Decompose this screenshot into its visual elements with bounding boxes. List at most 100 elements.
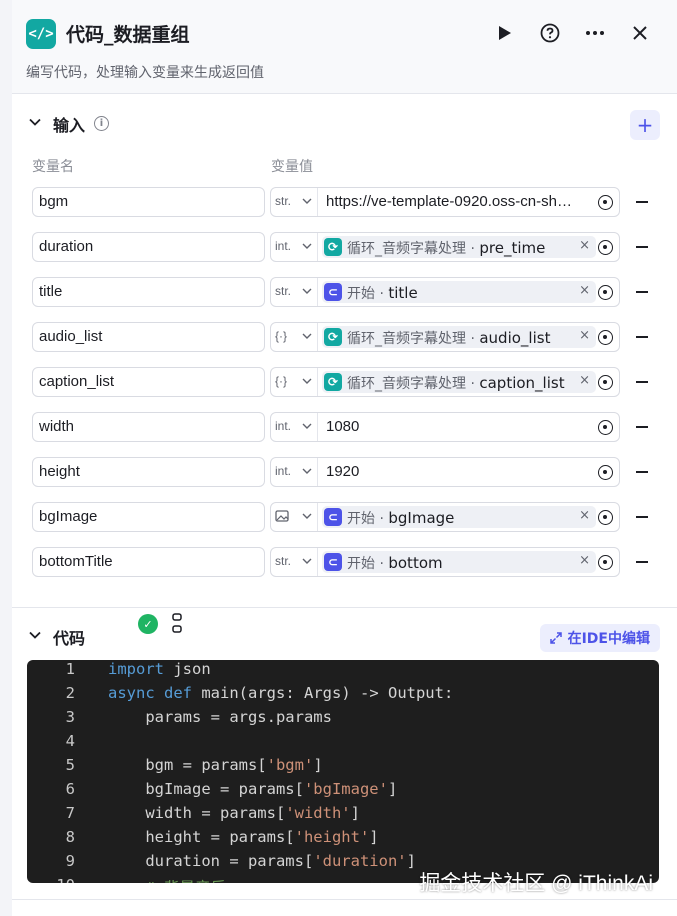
code-line[interactable]: 2 async def main(args: Args) -> Output:	[27, 684, 659, 708]
variable-name-input[interactable]: width	[32, 412, 265, 442]
reference-chip[interactable]: ⟳ 循环_音频字幕处理 · audio_list ×	[322, 326, 596, 348]
type-select[interactable]: str.	[271, 548, 318, 576]
code-line[interactable]: 1 import json	[27, 660, 659, 684]
code-line[interactable]: 5 bgm = params['bgm']	[27, 756, 659, 780]
reference-variable-name: bottom	[388, 554, 443, 572]
remove-row-button[interactable]	[633, 553, 651, 571]
type-select[interactable]: {·}	[271, 323, 318, 351]
select-variable-icon[interactable]	[598, 285, 613, 300]
code-line[interactable]: 7 width = params['width']	[27, 804, 659, 828]
type-select[interactable]: str.	[271, 278, 318, 306]
more-icon	[586, 31, 604, 35]
reference-chip[interactable]: ⊂ 开始 · bottom ×	[322, 551, 596, 573]
clear-reference-icon[interactable]: ×	[579, 373, 590, 388]
select-variable-icon[interactable]	[598, 555, 613, 570]
reference-node-name: 循环_音频字幕处理	[347, 331, 466, 347]
chevron-down-icon[interactable]	[28, 115, 42, 129]
value-text[interactable]: 1080	[326, 418, 591, 435]
watermark: 掘金技术社区 @ iThinkAi	[419, 872, 653, 895]
select-variable-icon[interactable]	[598, 510, 613, 525]
remove-row-button[interactable]	[633, 328, 651, 346]
code-line[interactable]: 8 height = params['height']	[27, 828, 659, 852]
variable-value-field[interactable]: int. 1080	[270, 412, 620, 442]
help-button[interactable]	[536, 19, 564, 47]
reference-chip[interactable]: ⟳ 循环_音频字幕处理 · caption_list ×	[322, 371, 596, 393]
run-button[interactable]	[491, 19, 519, 47]
remove-row-button[interactable]	[633, 283, 651, 301]
type-select[interactable]: str.	[271, 188, 318, 216]
node-description[interactable]: 编写代码，处理输入变量来生成返回值	[26, 62, 264, 82]
remove-row-button[interactable]	[633, 238, 651, 256]
value-text[interactable]: https://ve-template-0920.oss-cn-sh…	[326, 193, 591, 210]
floating-badge-icon[interactable]: ✓	[138, 614, 158, 634]
select-variable-icon[interactable]	[598, 375, 613, 390]
select-variable-icon[interactable]	[598, 240, 613, 255]
type-label: int.	[275, 464, 292, 478]
chevron-down-icon	[302, 423, 312, 429]
remove-row-button[interactable]	[633, 508, 651, 526]
variable-name-input[interactable]: title	[32, 277, 265, 307]
clear-reference-icon[interactable]: ×	[579, 328, 590, 343]
input-row: width int. 1080	[32, 412, 668, 442]
variable-value-field[interactable]: int. ⟳ 循环_音频字幕处理 · pre_time ×	[270, 232, 620, 262]
variable-value-field[interactable]: {·} ⟳ 循环_音频字幕处理 · audio_list ×	[270, 322, 620, 352]
variable-name-input[interactable]: audio_list	[32, 322, 265, 352]
reference-separator: ·	[466, 241, 480, 257]
variable-name-input[interactable]: bgm	[32, 187, 265, 217]
variable-name-input[interactable]: bottomTitle	[32, 547, 265, 577]
chevron-down-icon[interactable]	[28, 628, 42, 642]
code-text: width = params['width']	[108, 804, 360, 822]
variable-value-field[interactable]: str. https://ve-template-0920.oss-cn-sh…	[270, 187, 620, 217]
type-select[interactable]: int.	[271, 413, 318, 441]
clear-reference-icon[interactable]: ×	[579, 238, 590, 253]
clear-reference-icon[interactable]: ×	[579, 508, 590, 523]
select-variable-icon[interactable]	[598, 465, 613, 480]
variable-name-input[interactable]: duration	[32, 232, 265, 262]
edit-in-ide-button[interactable]: 在IDE中编辑	[539, 624, 660, 652]
reference-chip[interactable]: ⊂ 开始 · bgImage ×	[322, 506, 596, 528]
type-label: str.	[275, 284, 292, 298]
loop-node-icon: ⟳	[324, 373, 342, 391]
variable-value-field[interactable]: str. ⊂ 开始 · title ×	[270, 277, 620, 307]
type-select[interactable]: int.	[271, 233, 318, 261]
close-button[interactable]	[626, 19, 654, 47]
variable-value-field[interactable]: {·} ⟳ 循环_音频字幕处理 · caption_list ×	[270, 367, 620, 397]
variable-value-field[interactable]: str. ⊂ 开始 · bottom ×	[270, 547, 620, 577]
chevron-down-icon	[302, 468, 312, 474]
code-line[interactable]: 3 params = args.params	[27, 708, 659, 732]
code-line[interactable]: 6 bgImage = params['bgImage']	[27, 780, 659, 804]
remove-row-button[interactable]	[633, 418, 651, 436]
remove-row-button[interactable]	[633, 373, 651, 391]
floating-handle-icon[interactable]	[170, 612, 184, 636]
variable-name-input[interactable]: height	[32, 457, 265, 487]
reference-label: 开始 · bottom	[347, 553, 443, 573]
inputs-section-header[interactable]: 输入 i	[12, 100, 677, 148]
clear-reference-icon[interactable]: ×	[579, 553, 590, 568]
value-text[interactable]: 1920	[326, 463, 591, 480]
chevron-down-icon	[302, 243, 312, 249]
remove-row-button[interactable]	[633, 193, 651, 211]
variable-value-field[interactable]: ⊂ 开始 · bgImage ×	[270, 502, 620, 532]
variable-value-field[interactable]: int. 1920	[270, 457, 620, 487]
code-line[interactable]: 4	[27, 732, 659, 756]
clear-reference-icon[interactable]: ×	[579, 283, 590, 298]
code-text: async def main(args: Args) -> Output:	[108, 684, 454, 702]
select-variable-icon[interactable]	[598, 195, 613, 210]
type-select[interactable]: int.	[271, 458, 318, 486]
type-select[interactable]: {·}	[271, 368, 318, 396]
variable-name-input[interactable]: bgImage	[32, 502, 265, 532]
info-icon[interactable]: i	[94, 116, 109, 131]
type-select[interactable]	[271, 503, 318, 531]
reference-label: 循环_音频字幕处理 · pre_time	[347, 238, 545, 258]
variable-name-input[interactable]: caption_list	[32, 367, 265, 397]
type-label: {·}	[275, 329, 288, 343]
node-title[interactable]: 代码_数据重组	[66, 20, 190, 47]
reference-chip[interactable]: ⊂ 开始 · title ×	[322, 281, 596, 303]
select-variable-icon[interactable]	[598, 330, 613, 345]
remove-row-button[interactable]	[633, 463, 651, 481]
more-button[interactable]	[581, 19, 609, 47]
add-input-button[interactable]: +	[630, 110, 660, 140]
code-editor[interactable]: 1 import json 2 async def main(args: Args) …	[27, 660, 659, 883]
select-variable-icon[interactable]	[598, 420, 613, 435]
reference-chip[interactable]: ⟳ 循环_音频字幕处理 · pre_time ×	[322, 236, 596, 258]
